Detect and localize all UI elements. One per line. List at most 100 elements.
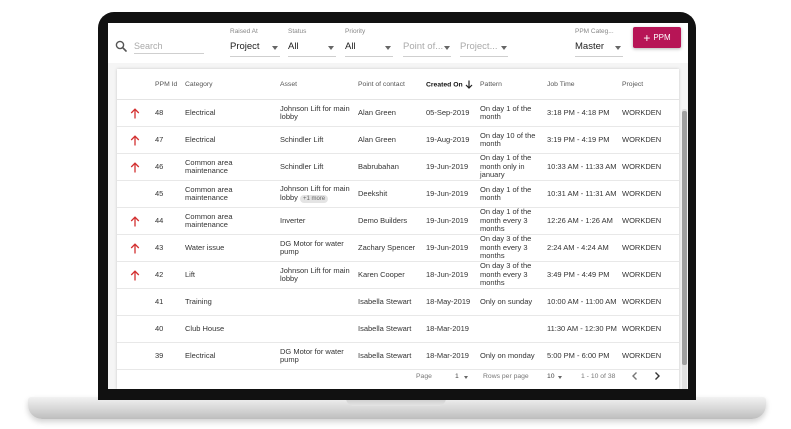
table-row[interactable]: 41 Training Isabella Stewart 18-May-2019 Onl… — [117, 288, 679, 316]
table-row[interactable]: 44 Common area maintenance Inverter Demo Bu… — [117, 207, 679, 235]
status-label: Status — [288, 28, 307, 35]
sort-descending-icon[interactable] — [465, 80, 473, 89]
chevron-down-icon — [501, 46, 507, 50]
priority-flag-cell — [117, 234, 152, 262]
col-header-asset[interactable]: Asset — [277, 69, 355, 100]
raised-at-filter[interactable]: Raised At Project — [230, 27, 280, 57]
table-row[interactable]: 43 Water issue DG Motor for water pump Zach… — [117, 234, 679, 262]
point-of-contact-filter[interactable]: Point of... — [403, 27, 451, 57]
ppm-category-filter[interactable]: PPM Categ... Master — [575, 27, 623, 57]
point-of-contact-cell: Alan Green — [355, 99, 423, 127]
ppm-id-cell: 43 — [152, 234, 182, 262]
col-header-point-of-contact[interactable]: Point of contact — [355, 69, 423, 100]
col-header-category[interactable]: Category — [182, 69, 277, 100]
priority-flag-cell — [117, 261, 152, 289]
more-assets-chip[interactable]: +1 more — [299, 194, 329, 203]
job-time-cell: 2:24 AM - 4:24 AM — [544, 234, 619, 262]
chevron-down-icon — [615, 46, 621, 50]
table-row[interactable]: 42 Lift Johnson Lift for main lobby Karen C… — [117, 261, 679, 289]
ppm-id-cell: 46 — [152, 153, 182, 181]
job-time-cell: 10:33 AM - 11:33 AM — [544, 153, 619, 181]
pattern-cell: On day 1 of the month — [477, 99, 544, 127]
pattern-cell: On day 1 of the month only in january — [477, 153, 544, 181]
pattern-cell: On day 1 of the month — [477, 180, 544, 208]
point-of-contact-cell: Zachary Spencer — [355, 234, 423, 262]
project-cell: WORKDEN — [619, 315, 679, 343]
ppm-id-cell: 47 — [152, 126, 182, 154]
col-header-job-time[interactable]: Job Time — [544, 69, 619, 100]
priority-filter[interactable]: Priority All — [345, 27, 393, 57]
col-header-ppm-id[interactable]: PPM Id — [152, 69, 182, 100]
table-row[interactable]: 45 Common area maintenance Johnson Lift fo… — [117, 180, 679, 208]
scrollbar-thumb[interactable] — [682, 111, 687, 365]
job-time-cell: 11:30 AM - 12:30 PM — [544, 315, 619, 343]
category-cell: Water issue — [182, 234, 277, 262]
col-header-flag — [117, 69, 152, 100]
asset-cell: Schindler Lift — [277, 153, 355, 181]
asset-cell: Johnson Lift for main lobby — [277, 261, 355, 289]
table-row[interactable]: 47 Electrical Schindler Lift Alan Green 19-A… — [117, 126, 679, 154]
job-time-cell: 3:49 PM - 4:49 PM — [544, 261, 619, 289]
chevron-down-icon — [444, 46, 450, 50]
col-header-pattern[interactable]: Pattern — [477, 69, 544, 100]
status-filter[interactable]: Status All — [288, 27, 336, 57]
search-input[interactable] — [134, 39, 204, 54]
filter-toolbar: Raised At Project Status All Priority Al… — [108, 23, 688, 63]
col-header-project[interactable]: Project — [619, 69, 679, 100]
table-area: PPM Id Category Asset Point of contact C… — [108, 63, 688, 389]
priority-flag-cell — [117, 315, 152, 343]
plus-icon: + — [643, 30, 651, 45]
job-time-cell: 3:18 PM - 4:18 PM — [544, 99, 619, 127]
table-row[interactable]: 48 Electrical Johnson Lift for main lobby A… — [117, 99, 679, 127]
job-time-cell: 10:00 AM - 11:00 AM — [544, 288, 619, 316]
rows-per-page-select[interactable]: 10 — [547, 373, 555, 380]
priority-flag-cell — [117, 99, 152, 127]
asset-text: Inverter — [280, 215, 306, 225]
created-on-cell: 19-Jun-2019 — [423, 180, 477, 208]
project-value: Project... — [460, 41, 498, 52]
asset-text: Schindler Lift — [280, 161, 324, 171]
project-filter[interactable]: Project... — [460, 27, 508, 57]
page-label: Page — [416, 373, 432, 380]
job-time-cell: 12:26 AM - 1:26 AM — [544, 207, 619, 235]
project-cell: WORKDEN — [619, 261, 679, 289]
search-icon[interactable] — [115, 40, 127, 52]
asset-cell: Schindler Lift — [277, 126, 355, 154]
chevron-right-icon[interactable] — [652, 371, 662, 381]
arrow-up-icon — [130, 269, 139, 280]
table-row[interactable]: 46 Common area maintenance Schindler Lift B… — [117, 153, 679, 181]
asset-cell: Johnson Lift for main lobby — [277, 99, 355, 127]
ppm-table: PPM Id Category Asset Point of contact C… — [117, 69, 679, 370]
asset-text: Schindler Lift — [280, 134, 324, 144]
app-screen: Raised At Project Status All Priority Al… — [108, 23, 688, 389]
category-cell: Lift — [182, 261, 277, 289]
priority-value: All — [345, 41, 356, 52]
ppm-category-value: Master — [575, 41, 605, 52]
chevron-down-icon — [272, 46, 278, 50]
add-ppm-button[interactable]: + PPM — [633, 27, 681, 48]
col-header-created-on[interactable]: Created On — [423, 69, 477, 100]
ppm-id-cell: 45 — [152, 180, 182, 208]
pattern-cell: Only on sunday — [477, 288, 544, 316]
category-cell: Club House — [182, 315, 277, 343]
ppm-id-cell: 48 — [152, 99, 182, 127]
asset-cell — [277, 288, 355, 316]
ppm-category-label: PPM Categ... — [575, 28, 614, 35]
arrow-up-icon — [130, 161, 139, 172]
arrow-up-icon — [130, 242, 139, 253]
chevron-down-icon — [464, 376, 468, 379]
category-cell: Electrical — [182, 126, 277, 154]
chevron-down-icon — [558, 376, 562, 379]
table-row[interactable]: 40 Club House Isabella Stewart 18-Mar-2019 1… — [117, 315, 679, 343]
created-on-cell: 19-Jun-2019 — [423, 153, 477, 181]
chevron-down-icon — [385, 46, 391, 50]
asset-cell: Johnson Lift for main lobby +1 more — [277, 180, 355, 208]
created-on-cell: 19-Jun-2019 — [423, 207, 477, 235]
add-ppm-label: PPM — [653, 33, 671, 42]
page-select[interactable]: 1 — [455, 373, 459, 380]
point-of-contact-cell: Alan Green — [355, 126, 423, 154]
created-on-cell: 18-May-2019 — [423, 288, 477, 316]
ppm-table-card: PPM Id Category Asset Point of contact C… — [117, 69, 679, 389]
created-on-cell: 19-Aug-2019 — [423, 126, 477, 154]
chevron-left-icon[interactable] — [630, 371, 640, 381]
